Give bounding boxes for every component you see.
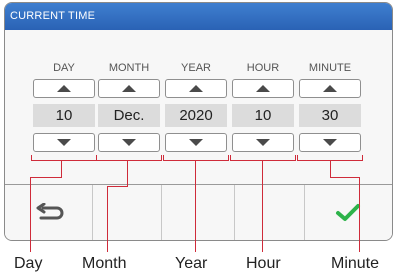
month-bracket: [96, 155, 162, 161]
day-bracket: [31, 155, 97, 161]
year-down-button[interactable]: [165, 133, 227, 152]
confirm-button[interactable]: [305, 185, 392, 240]
hour-down-button[interactable]: [232, 133, 294, 152]
minute-up-button[interactable]: [299, 79, 361, 98]
arrow-down-icon: [57, 139, 71, 146]
day-leader-down: [30, 177, 31, 252]
arrow-up-icon: [57, 85, 71, 92]
empty-cell-2: [162, 185, 235, 240]
month-leader-h: [107, 186, 128, 187]
arrow-up-icon: [122, 85, 136, 92]
minute-leader-down: [359, 177, 360, 252]
minute-value: 30: [299, 104, 361, 127]
day-value: 10: [33, 104, 95, 127]
back-button[interactable]: [5, 185, 93, 240]
hour-up-button[interactable]: [232, 79, 294, 98]
hour-leader: [262, 160, 263, 252]
year-label: YEAR: [181, 62, 211, 74]
callout-year: Year: [175, 255, 208, 272]
arrow-up-icon: [189, 85, 203, 92]
arrow-up-icon: [323, 85, 337, 92]
minute-leader: [330, 160, 331, 178]
day-up-button[interactable]: [33, 79, 95, 98]
month-up-button[interactable]: [98, 79, 160, 98]
callout-month: Month: [82, 255, 127, 272]
bottom-bar: [5, 184, 392, 240]
month-label: MONTH: [108, 62, 150, 74]
month-down-button[interactable]: [98, 133, 160, 152]
day-leader: [61, 160, 62, 178]
month-value: Dec.: [98, 104, 160, 127]
year-value: 2020: [165, 104, 227, 127]
empty-cell-3: [235, 185, 305, 240]
year-leader: [195, 160, 196, 252]
month-leader-down: [107, 186, 108, 252]
hour-label: HOUR: [246, 62, 280, 74]
year-up-button[interactable]: [165, 79, 227, 98]
month-leader: [127, 160, 128, 187]
day-label: DAY: [53, 62, 75, 74]
arrow-up-icon: [256, 85, 270, 92]
day-leader-h: [30, 177, 62, 178]
current-time-dialog: CURRENT TIME DAY MONTH YEAR HOUR MINUTE …: [4, 2, 393, 241]
checkmark-icon: [336, 204, 360, 221]
arrow-down-icon: [122, 139, 136, 146]
year-bracket: [163, 155, 229, 161]
minute-leader-h: [330, 177, 360, 178]
hour-bracket: [230, 155, 296, 161]
minute-down-button[interactable]: [299, 133, 361, 152]
dialog-title: CURRENT TIME: [5, 3, 392, 30]
day-down-button[interactable]: [33, 133, 95, 152]
minute-label: MINUTE: [308, 62, 352, 74]
hour-value: 10: [232, 104, 294, 127]
callout-day: Day: [14, 255, 43, 272]
arrow-down-icon: [256, 139, 270, 146]
empty-cell-1: [93, 185, 162, 240]
callout-hour: Hour: [246, 255, 281, 272]
arrow-down-icon: [323, 139, 337, 146]
arrow-down-icon: [189, 139, 203, 146]
callout-minute: Minute: [331, 255, 380, 272]
return-arrow-icon: [36, 203, 64, 220]
